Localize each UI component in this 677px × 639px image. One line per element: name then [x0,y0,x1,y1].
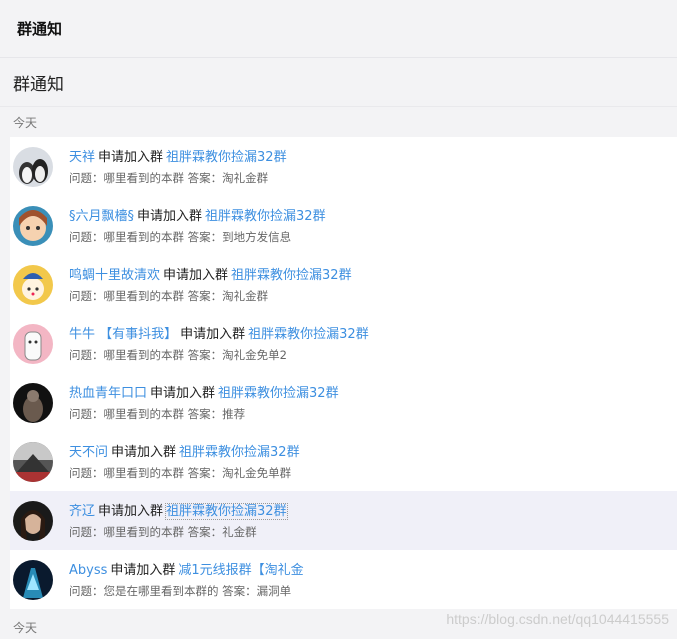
list-item[interactable]: §六月飘檣§ 申请加入群 祖胖霖教你捡漏32群 问题：哪里看到的本群 答案：到地方发… [10,196,677,255]
action-text: 申请加入群 [180,327,246,342]
user-name-link[interactable]: 天祥 [69,150,95,165]
answer-label: 答案： [187,407,223,421]
question-text: 哪里看到的本群 [103,525,185,539]
list-item[interactable]: 天祥 申请加入群 祖胖霖教你捡漏32群 问题：哪里看到的本群 答案：淘礼金群 [10,137,677,196]
question-label: 问题： [69,584,104,598]
answer-text: 礼金群 [222,525,257,539]
question-label: 问题： [69,466,104,480]
question-label: 问题： [69,407,104,421]
avatar[interactable] [13,265,53,305]
notification-list: 天祥 申请加入群 祖胖霖教你捡漏32群 问题：哪里看到的本群 答案：淘礼金群 §六月… [10,137,677,609]
answer-text: 淘礼金群 [222,171,269,185]
list-item[interactable]: 牛牛 【有事抖我】 申请加入群 祖胖霖教你捡漏32群 问题：哪里看到的本群 答案：淘… [10,314,677,373]
avatar[interactable] [13,206,53,246]
question-label: 问题： [69,171,104,185]
answer-label: 答案： [187,348,223,362]
answer-label: 答案： [187,230,223,244]
group-name-link[interactable]: 减1元线报群【淘礼金 [178,563,303,578]
user-name-link[interactable]: 热血青年口口 [69,386,147,401]
question-text: 您是在哪里看到本群的 [103,584,219,598]
avatar[interactable] [13,560,53,600]
answer-label: 答案： [222,584,257,598]
question-label: 问题： [69,348,104,362]
group-name-link[interactable]: 祖胖霖教你捡漏32群 [166,150,287,165]
action-text: 申请加入群 [137,209,203,224]
answer-text: 到地方发信息 [222,230,292,244]
question-text: 哪里看到的本群 [103,407,185,421]
answer-text: 漏洞单 [256,584,292,598]
action-text: 申请加入群 [98,504,164,519]
group-name-link[interactable]: 祖胖霖教你捡漏32群 [179,445,300,460]
action-text: 申请加入群 [150,386,216,401]
question-label: 问题： [69,525,104,539]
question-text: 哪里看到的本群 [103,289,185,303]
action-text: 申请加入群 [111,445,177,460]
user-name-link[interactable]: 天不问 [69,445,108,460]
window-title: 群通知 [17,20,63,38]
group-name-link[interactable]: 祖胖霖教你捡漏32群 [205,209,326,224]
user-name-link[interactable]: 齐辽 [69,504,95,519]
answer-text: 推荐 [222,407,246,421]
user-name-link[interactable]: Abyss [69,563,107,578]
group-name-link[interactable]: 祖胖霖教你捡漏32群 [218,386,339,401]
answer-label: 答案： [187,289,223,303]
action-text: 申请加入群 [110,563,176,578]
group-name-link[interactable]: 祖胖霖教你捡漏32群 [248,327,369,342]
section-label-today: 今天 [13,115,38,130]
list-item[interactable]: 齐辽 申请加入群 祖胖霖教你捡漏32群 问题：哪里看到的本群 答案：礼金群 [10,491,677,550]
user-name-link[interactable]: 鸣蜩十里故清欢 [69,268,160,283]
answer-text: 淘礼金免单群 [222,466,292,480]
question-label: 问题： [69,230,104,244]
question-text: 哪里看到的本群 [103,466,185,480]
group-name-link[interactable]: 祖胖霖教你捡漏32群 [231,268,352,283]
list-item[interactable]: 天不问 申请加入群 祖胖霖教你捡漏32群 问题：哪里看到的本群 答案：淘礼金免单群 [10,432,677,491]
section-label-today-2: 今天 [13,621,38,635]
question-text: 哪里看到的本群 [103,171,185,185]
answer-label: 答案： [187,525,223,539]
avatar[interactable] [13,501,53,541]
user-name-link[interactable]: 牛牛 【有事抖我】 [69,327,177,342]
avatar[interactable] [13,324,53,364]
user-name-link[interactable]: §六月飘檣§ [69,209,134,224]
answer-text: 淘礼金群 [222,289,269,303]
action-text: 申请加入群 [163,268,229,283]
action-text: 申请加入群 [98,150,164,165]
window-header: 群通知 [0,0,677,58]
question-text: 哪里看到的本群 [103,230,185,244]
answer-label: 答案： [187,466,223,480]
answer-text: 淘礼金免单2 [222,348,287,362]
avatar[interactable] [13,147,53,187]
avatar[interactable] [13,383,53,423]
group-name-link[interactable]: 祖胖霖教你捡漏32群 [165,503,288,520]
question-text: 哪里看到的本群 [103,348,185,362]
list-item[interactable]: 热血青年口口 申请加入群 祖胖霖教你捡漏32群 问题：哪里看到的本群 答案：推荐 [10,373,677,432]
question-label: 问题： [69,289,104,303]
answer-label: 答案： [187,171,223,185]
page-title: 群通知 [0,58,677,107]
list-item[interactable]: 鸣蜩十里故清欢 申请加入群 祖胖霖教你捡漏32群 问题：哪里看到的本群 答案：淘礼金… [10,255,677,314]
page-title-text: 群通知 [13,74,64,95]
list-item[interactable]: Abyss 申请加入群 减1元线报群【淘礼金 问题：您是在哪里看到本群的 答案：漏洞… [10,550,677,609]
avatar[interactable] [13,442,53,482]
